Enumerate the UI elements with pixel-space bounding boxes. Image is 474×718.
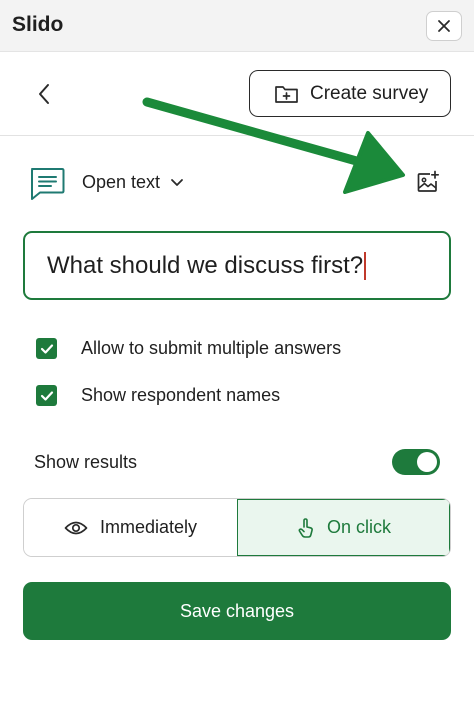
- close-icon: [438, 20, 450, 32]
- show-results-toggle[interactable]: [392, 449, 440, 475]
- option-multiple-answers[interactable]: Allow to submit multiple answers: [36, 338, 341, 359]
- question-type-row: Open text: [28, 164, 448, 204]
- folder-plus-icon: [275, 85, 298, 103]
- toolbar: Create survey: [0, 52, 474, 136]
- title-bar: Slido: [0, 0, 474, 52]
- on-click-option[interactable]: On click: [237, 499, 450, 556]
- multiple-answers-label: Allow to submit multiple answers: [81, 338, 342, 358]
- immediately-label: Immediately: [99, 517, 198, 537]
- immediately-option[interactable]: Immediately: [24, 499, 237, 556]
- question-type-dropdown[interactable]: Open text: [82, 172, 184, 193]
- show-results-label: Show results: [34, 452, 138, 472]
- multiple-answers-checkbox[interactable]: [36, 338, 57, 359]
- option-respondent-names[interactable]: Show respondent names: [36, 385, 280, 406]
- show-results-row: Show results: [34, 449, 440, 475]
- question-input[interactable]: What should we discuss first?: [23, 231, 451, 300]
- eye-icon: [64, 521, 88, 534]
- respondent-names-checkbox[interactable]: [36, 385, 57, 406]
- respondent-names-label: Show respondent names: [81, 385, 281, 405]
- chevron-down-icon: [171, 178, 183, 186]
- chevron-left-icon: [39, 84, 49, 104]
- save-changes-button[interactable]: Save changes: [23, 582, 451, 640]
- on-click-label: On click: [326, 517, 391, 537]
- text-caret: [364, 251, 367, 280]
- toggle-knob: [417, 452, 437, 472]
- back-button[interactable]: [30, 80, 58, 108]
- create-survey-label: Create survey: [310, 82, 429, 104]
- app-title: Slido: [12, 13, 64, 36]
- results-timing-selector: Immediately On click: [23, 498, 451, 557]
- image-plus-icon[interactable]: [416, 170, 440, 194]
- question-type-label: Open text: [82, 172, 161, 192]
- close-button[interactable]: [426, 11, 462, 41]
- checkmark-icon: [40, 343, 53, 354]
- checkmark-icon: [40, 390, 53, 401]
- chat-lines-icon: [31, 168, 65, 200]
- pointer-icon: [298, 517, 313, 538]
- create-survey-button[interactable]: Create survey: [249, 70, 451, 117]
- question-text: What should we discuss first?: [47, 251, 364, 279]
